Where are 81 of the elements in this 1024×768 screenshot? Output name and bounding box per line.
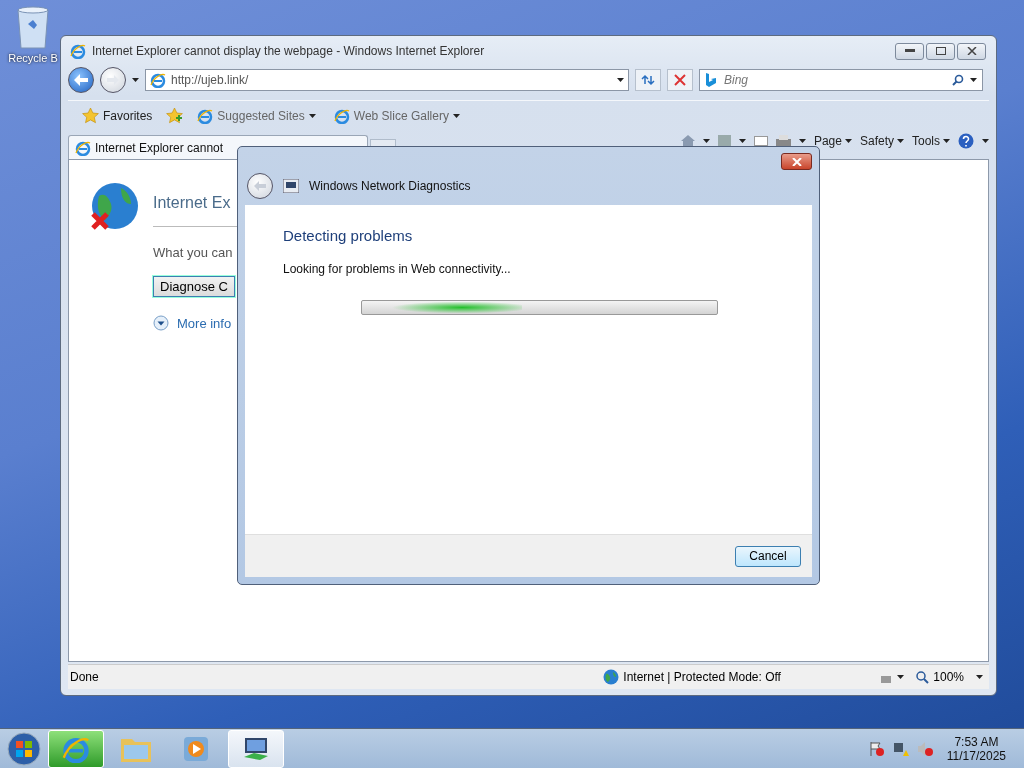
network-warning-icon — [892, 741, 909, 757]
maximize-icon — [935, 47, 946, 55]
dialog-title: Windows Network Diagnostics — [309, 179, 471, 193]
close-icon — [966, 47, 977, 55]
caret-icon — [982, 139, 989, 143]
address-field[interactable]: http://ujeb.link/ — [145, 69, 629, 91]
back-arrow-icon — [254, 181, 266, 191]
globe-error-icon — [89, 182, 139, 232]
favorites-link[interactable]: Web Slice Gallery — [329, 108, 464, 124]
browser-icon — [62, 735, 90, 763]
clock-date: 11/17/2025 — [946, 749, 1006, 763]
caret-icon — [897, 139, 904, 143]
expand-icon — [153, 315, 169, 331]
forward-button[interactable] — [100, 67, 126, 93]
close-button[interactable] — [957, 42, 986, 60]
browser-icon — [150, 72, 166, 88]
cancel-button[interactable]: Cancel — [735, 545, 801, 567]
globe-icon — [603, 669, 620, 685]
dialog-message: Looking for problems in Web connectivity... — [283, 262, 512, 276]
network-diagnostics-icon — [283, 179, 299, 193]
bing-logo-icon — [706, 73, 716, 87]
caret-icon — [308, 114, 316, 118]
caret-icon — [617, 78, 624, 82]
caret-icon — [943, 139, 950, 143]
search-field[interactable]: Bing — [699, 69, 983, 91]
taskbar-app-button[interactable] — [228, 730, 284, 768]
caret-icon — [976, 675, 983, 679]
window-title: Internet Explorer cannot display the webpage - Windows Internet Explorer — [92, 44, 486, 58]
forward-arrow-icon — [107, 75, 119, 85]
browser-icon — [333, 108, 350, 124]
caret-icon — [702, 139, 710, 143]
search-icon — [952, 74, 964, 86]
printer-icon — [775, 134, 791, 148]
stop-button[interactable] — [667, 69, 693, 91]
speaker-muted-icon — [916, 741, 933, 757]
flag-error-icon — [868, 741, 885, 757]
command-menu[interactable]: Page — [813, 134, 852, 148]
minimize-button[interactable] — [895, 42, 924, 60]
maximize-button[interactable] — [926, 42, 955, 60]
refresh-icon — [641, 74, 655, 86]
back-button[interactable] — [68, 67, 94, 93]
windows-logo-icon — [7, 732, 41, 766]
favorites-button[interactable]: Favorites — [78, 108, 157, 124]
desktop-icon-label: Recycle B — [8, 52, 58, 64]
recycle-bin-icon — [15, 6, 51, 50]
mail-icon — [753, 136, 768, 146]
caret-icon — [738, 139, 746, 143]
caret-icon — [132, 78, 139, 82]
caret-icon — [844, 139, 852, 143]
dialog-heading: Detecting problems — [283, 227, 414, 244]
stop-icon — [674, 74, 686, 86]
back-arrow-icon — [74, 74, 88, 86]
help-text: What you can — [153, 245, 233, 260]
refresh-button[interactable] — [635, 69, 661, 91]
command-menu[interactable]: Safety — [859, 134, 904, 148]
browser-icon — [197, 108, 214, 124]
star-icon — [82, 108, 99, 124]
browser-icon — [70, 43, 86, 59]
clock[interactable]: 7:53 AM 11/17/2025 — [946, 735, 1006, 763]
caret-icon — [970, 78, 977, 82]
diagnose-button[interactable]: Diagnose C — [153, 276, 235, 297]
back-button[interactable] — [247, 173, 273, 199]
add-favorite-icon — [166, 108, 184, 124]
close-icon — [791, 157, 802, 166]
status-text: Done — [69, 670, 100, 684]
caret-icon — [897, 675, 905, 679]
clock-time: 7:53 AM — [954, 735, 999, 749]
zoom-button[interactable]: 100% — [910, 670, 970, 684]
more-info-link[interactable]: More info — [153, 315, 232, 331]
minimize-icon — [904, 49, 915, 53]
security-zone: Internet | Protected Mode: Off — [603, 669, 874, 685]
browser-icon — [75, 139, 91, 156]
error-heading: Internet Ex — [153, 194, 231, 212]
help-icon — [958, 133, 974, 149]
command-menu[interactable]: Tools — [912, 134, 950, 148]
play-icon — [183, 736, 209, 762]
caret-icon — [452, 114, 460, 118]
magnifier-icon — [916, 670, 930, 684]
close-button[interactable] — [781, 153, 812, 170]
caret-icon — [798, 139, 806, 143]
favorites-link[interactable]: Suggested Sites — [193, 108, 320, 124]
